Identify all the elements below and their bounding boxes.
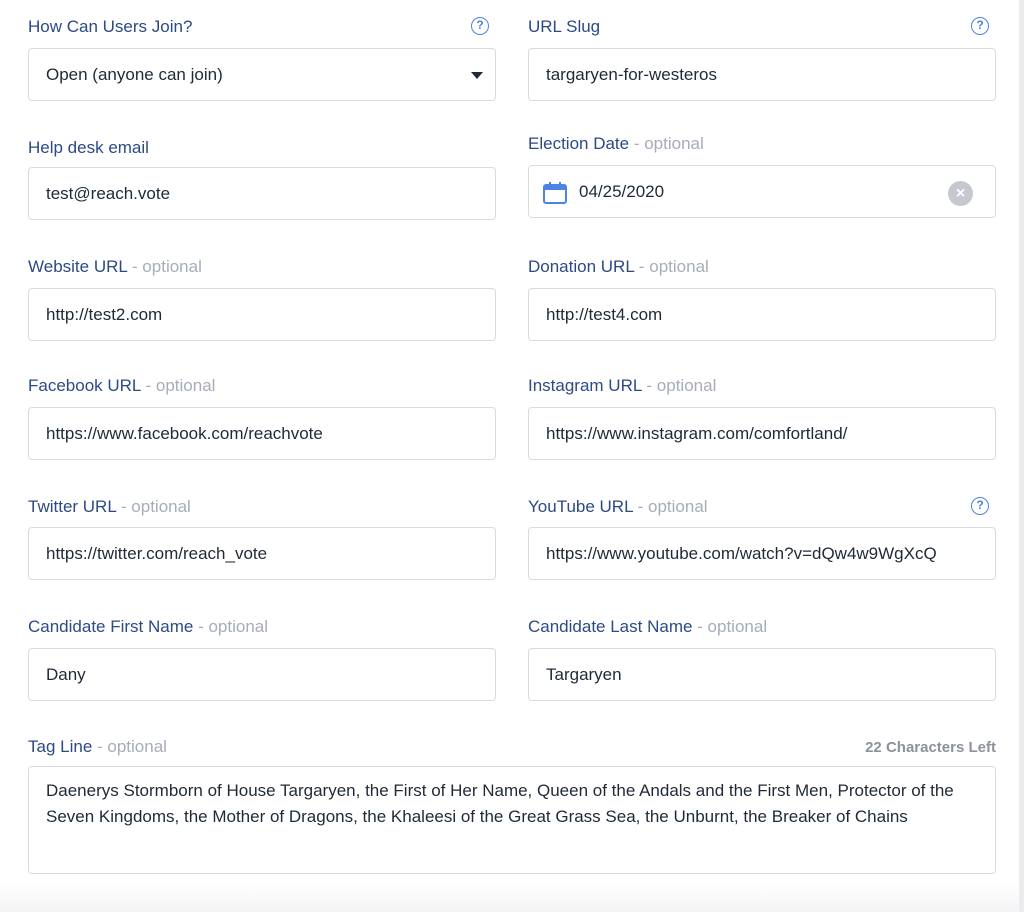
website-url-input[interactable]: http://test2.com [28,288,496,341]
settings-form: How Can Users Join? ? Open (anyone can j… [0,0,1019,912]
candidate-last-name-input[interactable]: Targaryen [528,648,996,701]
help-icon[interactable]: ? [971,17,989,35]
join-field: How Can Users Join? ? Open (anyone can j… [28,16,496,101]
slug-field: URL Slug ? targaryen-for-westeros [528,16,996,101]
helpdesk-email-input[interactable]: test@reach.vote [28,167,496,220]
slug-input[interactable]: targaryen-for-westeros [528,48,996,101]
firstname-field: Candidate First Name - optional Dany [28,616,496,701]
calendar-icon[interactable] [543,182,567,204]
facebook-url-input[interactable]: https://www.facebook.com/reachvote [28,407,496,460]
scrollbar-track[interactable] [1019,0,1024,912]
facebook-label: Facebook URL [28,376,141,395]
election-label-row: Election Date - optional [528,133,996,155]
firstname-label: Candidate First Name [28,617,194,636]
donation-label: Donation URL [528,257,635,276]
tagline-field: Tag Line - optional 22 Characters Left D… [28,736,996,874]
page-bottom-fade [0,882,1024,912]
facebook-label-row: Facebook URL - optional [28,375,496,397]
optional-tag: - optional [116,497,191,516]
donation-label-row: Donation URL - optional [528,256,996,278]
website-label-row: Website URL - optional [28,256,496,278]
slug-label: URL Slug [528,17,601,36]
instagram-label: Instagram URL [528,376,642,395]
donation-url-input[interactable]: http://test4.com [528,288,996,341]
lastname-field: Candidate Last Name - optional Targaryen [528,616,996,701]
website-field: Website URL - optional http://test2.com [28,256,496,341]
help-icon[interactable]: ? [471,17,489,35]
election-label: Election Date [528,134,630,153]
twitter-label-row: Twitter URL - optional [28,496,496,518]
donation-field: Donation URL - optional http://test4.com [528,256,996,341]
youtube-label: YouTube URL [528,497,633,516]
help-icon[interactable]: ? [971,497,989,515]
characters-left-counter: 22 Characters Left [865,739,996,756]
optional-tag: - optional [632,497,708,516]
twitter-url-input[interactable]: https://twitter.com/reach_vote [28,527,496,580]
optional-tag: - optional [629,134,704,153]
lastname-label-row: Candidate Last Name - optional [528,616,996,638]
slug-label-row: URL Slug ? [528,16,996,38]
helpdesk-label-row: Help desk email [28,137,496,159]
lastname-label: Candidate Last Name [528,617,693,636]
chevron-down-icon [471,72,483,79]
optional-tag: - optional [641,376,717,395]
election-date-input[interactable]: 04/25/2020 × [528,165,996,218]
optional-tag: - optional [140,376,216,395]
optional-tag: - optional [127,257,202,276]
join-select-value: Open (anyone can join) [46,65,223,84]
youtube-label-row: YouTube URL - optional ? [528,496,996,518]
tagline-textarea[interactable]: Daenerys Stormborn of House Targaryen, t… [28,766,996,874]
helpdesk-label: Help desk email [28,138,149,157]
helpdesk-field: Help desk email test@reach.vote [28,137,496,220]
optional-tag: - optional [92,737,167,756]
join-select[interactable]: Open (anyone can join) [28,48,496,101]
instagram-field: Instagram URL - optional https://www.ins… [528,375,996,460]
website-label: Website URL [28,257,128,276]
optional-tag: - optional [634,257,709,276]
twitter-field: Twitter URL - optional https://twitter.c… [28,496,496,580]
twitter-label: Twitter URL [28,497,117,516]
instagram-label-row: Instagram URL - optional [528,375,996,397]
election-date-value: 04/25/2020 [579,182,665,201]
election-field: Election Date - optional 04/25/2020 × [528,133,996,218]
youtube-url-input[interactable]: https://www.youtube.com/watch?v=dQw4w9Wg… [528,527,996,580]
optional-tag: - optional [692,617,768,636]
firstname-label-row: Candidate First Name - optional [28,616,496,638]
join-label-row: How Can Users Join? ? [28,16,496,38]
candidate-first-name-input[interactable]: Dany [28,648,496,701]
join-label: How Can Users Join? [28,17,193,36]
clear-icon[interactable]: × [948,181,973,206]
instagram-url-input[interactable]: https://www.instagram.com/comfortland/ [528,407,996,460]
tagline-label: Tag Line [28,737,93,756]
facebook-field: Facebook URL - optional https://www.face… [28,375,496,460]
tagline-label-row: Tag Line - optional 22 Characters Left [28,736,996,758]
youtube-field: YouTube URL - optional ? https://www.you… [528,496,996,580]
optional-tag: - optional [193,617,269,636]
